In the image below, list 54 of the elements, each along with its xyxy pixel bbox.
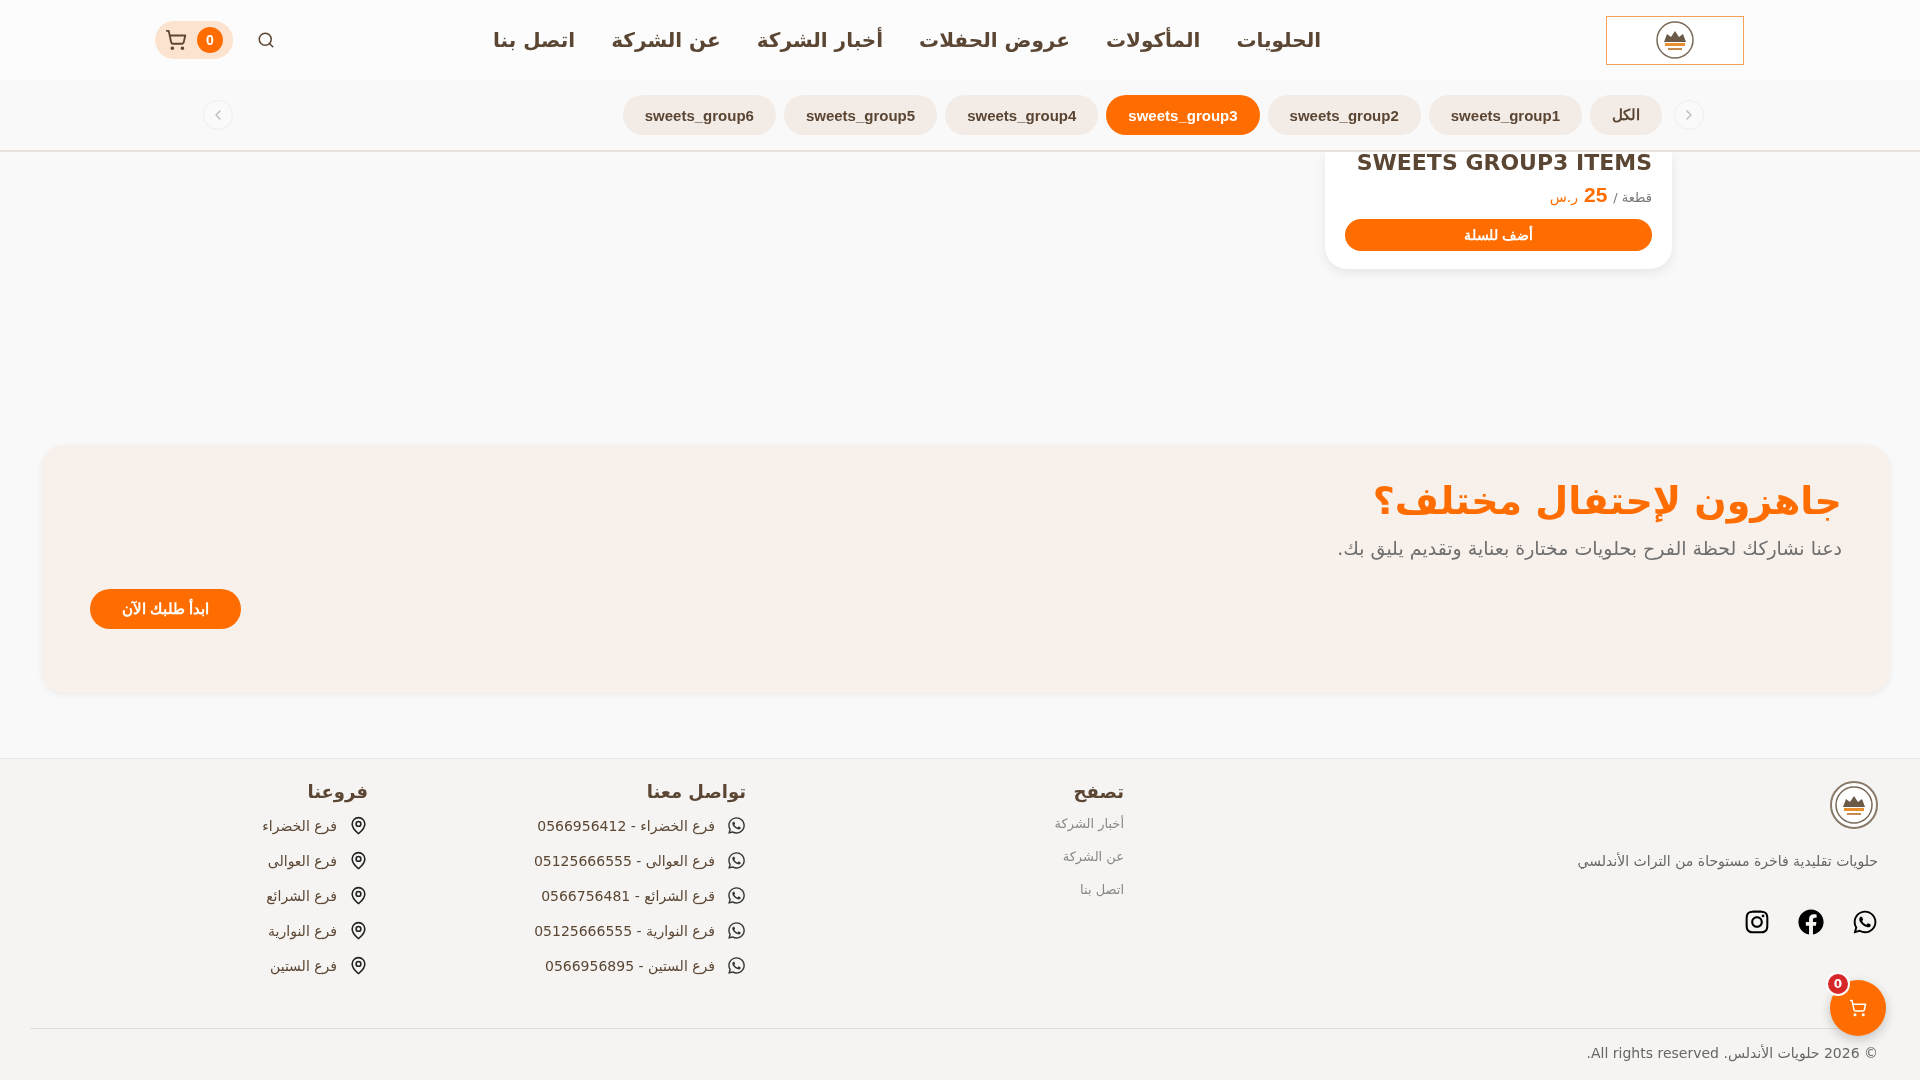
branch-text[interactable]: فرع الستين	[270, 957, 337, 974]
whatsapp-icon[interactable]	[727, 956, 746, 975]
cart-count: 0	[197, 27, 223, 53]
column-title: تصفح	[1073, 781, 1124, 802]
location-pin-icon	[349, 921, 368, 940]
whatsapp-icon[interactable]	[727, 921, 746, 940]
contact-text[interactable]: فرع النوارية - 05125666555	[534, 922, 715, 939]
contact-text[interactable]: فرع الخضراء - 0566956412	[537, 817, 715, 834]
category-tab[interactable]: الكل	[1590, 95, 1662, 135]
banner-text: دعنا نشاركك لحظة الفرح بحلويات مختارة بعناية وتقديم يليق بك.	[1336, 537, 1842, 559]
whatsapp-icon[interactable]	[727, 886, 746, 905]
instagram-icon[interactable]	[1744, 909, 1770, 935]
logo-icon	[1655, 20, 1695, 60]
cart-icon	[165, 29, 187, 51]
floating-cart-button[interactable]	[1830, 980, 1886, 1036]
category-tab[interactable]: sweets_group2	[1267, 95, 1421, 135]
facebook-icon[interactable]	[1798, 909, 1824, 935]
nav-link[interactable]: المأكولات	[1105, 28, 1201, 52]
price: 25	[1584, 183, 1608, 207]
branch-text[interactable]: فرع الشرائع	[266, 887, 337, 904]
banner-title: جاهزون لإحتفال مختلف؟	[1371, 479, 1842, 523]
contact-text[interactable]: قرع الشرائع - 0566756481	[541, 887, 715, 904]
branch-text[interactable]: فرع النوارية	[268, 922, 337, 939]
category-tab[interactable]: sweets_group1	[1428, 95, 1582, 135]
location-pin-icon	[349, 851, 368, 870]
copyright: © 2026 حلويات الأندلس. All rights reserved.	[1585, 1045, 1878, 1061]
category-tab[interactable]: sweets_group4	[945, 95, 1099, 135]
nav-link[interactable]: اتصل بنا	[493, 28, 576, 52]
cart-count: 0	[1826, 972, 1850, 996]
location-pin-icon	[349, 956, 368, 975]
currency: ر.س	[1549, 189, 1578, 205]
category-tab[interactable]: sweets_group6	[622, 95, 776, 135]
category-tab[interactable]: sweets_group5	[783, 95, 938, 135]
nav-link[interactable]: أخبار الشركة	[756, 28, 884, 52]
nav-link[interactable]: عن الشركة	[611, 28, 721, 52]
contact-text[interactable]: فرع الستين - 0566956895	[545, 957, 715, 974]
whatsapp-icon[interactable]	[727, 816, 746, 835]
footer-tagline: حلويات تقليدية فاخرة مستوحاة من التراث الأندلسي	[1577, 853, 1878, 869]
contact-text[interactable]: فرع العوالى - 05125666555	[533, 852, 715, 869]
nav-link[interactable]: عروض الحفلات	[919, 28, 1070, 52]
price-unit: قطعة /	[1613, 190, 1652, 205]
whatsapp-icon[interactable]	[727, 851, 746, 870]
cart-icon	[1849, 999, 1867, 1017]
branch-text[interactable]: فرع الخضراء	[262, 817, 337, 834]
location-pin-icon	[349, 886, 368, 905]
product-title: SWEETS GROUP3 ITEMS	[1355, 150, 1652, 175]
column-title: فروعنا	[307, 781, 368, 802]
whatsapp-icon[interactable]	[1852, 909, 1878, 935]
location-pin-icon	[349, 816, 368, 835]
nav-link[interactable]: الحلويات	[1236, 28, 1321, 52]
branch-text[interactable]: فرع العوالى	[267, 852, 337, 869]
column-title: تواصل معنا	[646, 781, 746, 802]
logo[interactable]	[1606, 15, 1744, 65]
search-icon[interactable]	[257, 31, 275, 49]
